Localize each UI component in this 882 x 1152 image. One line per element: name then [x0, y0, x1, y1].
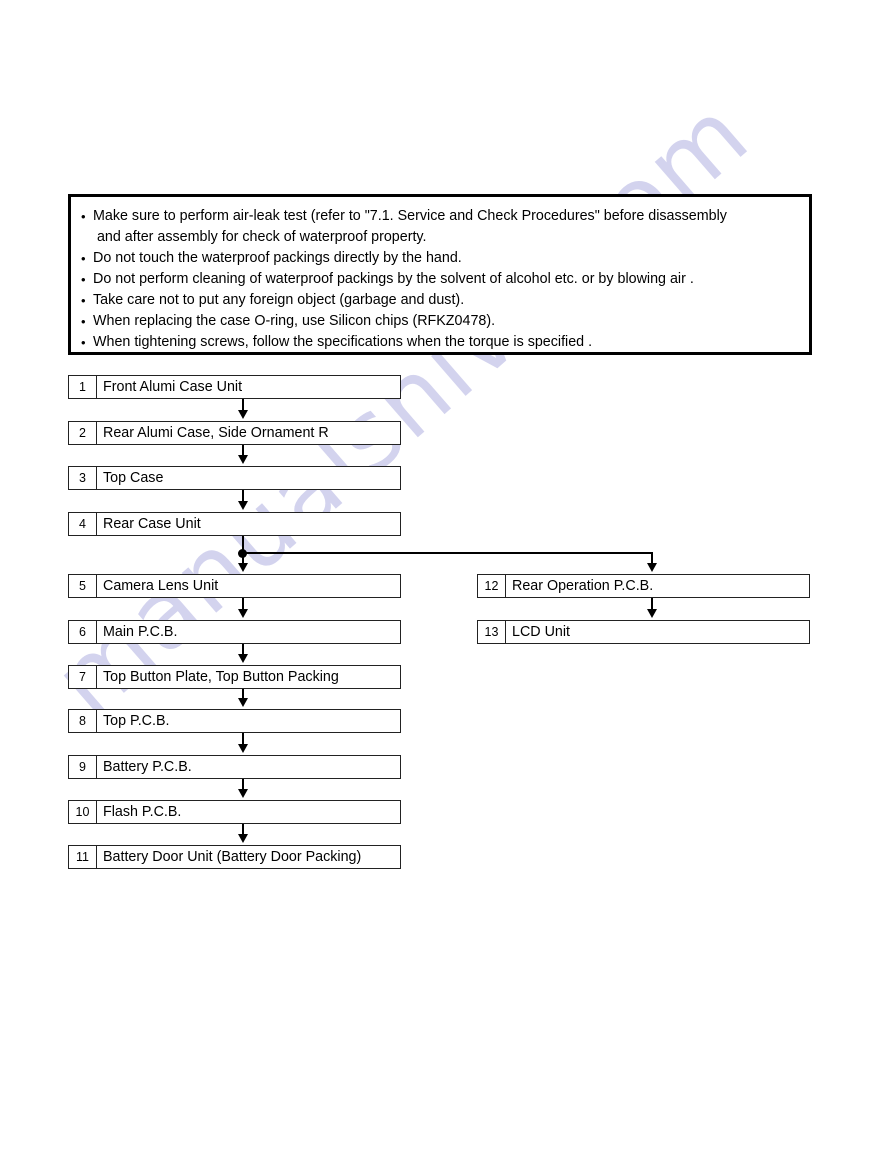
flow-node-label: Top Button Plate, Top Button Packing	[103, 668, 339, 685]
flow-node-label: Rear Alumi Case, Side Ornament R	[103, 424, 329, 441]
arrow-8-9	[238, 744, 248, 753]
flow-node-number: 2	[69, 422, 97, 444]
flow-node-9: 9 Battery P.C.B.	[68, 755, 401, 779]
flow-node-number: 4	[69, 513, 97, 535]
flow-node-number: 8	[69, 710, 97, 732]
arrow-6-7	[238, 654, 248, 663]
flow-node-label: Flash P.C.B.	[103, 803, 182, 820]
arrow-9-10	[238, 789, 248, 798]
flow-node-label: Rear Operation P.C.B.	[512, 577, 654, 594]
branch-horizontal-connector	[242, 552, 653, 554]
flow-node-label: Battery P.C.B.	[103, 758, 192, 775]
manual-page: manualshive.com Make sure to perform air…	[0, 0, 882, 1152]
flow-node-label: Camera Lens Unit	[103, 577, 219, 594]
flow-node-13: 13 LCD Unit	[477, 620, 810, 644]
flow-node-number: 5	[69, 575, 97, 597]
flow-node-number: 7	[69, 666, 97, 688]
arrow-10-11	[238, 834, 248, 843]
flow-node-10: 10 Flash P.C.B.	[68, 800, 401, 824]
flow-node-11: 11 Battery Door Unit (Battery Door Packi…	[68, 845, 401, 869]
flow-node-1: 1 Front Alumi Case Unit	[68, 375, 401, 399]
flow-node-8: 8 Top P.C.B.	[68, 709, 401, 733]
flow-node-label: Battery Door Unit (Battery Door Packing)	[103, 848, 362, 865]
flow-node-label: Main P.C.B.	[103, 623, 178, 640]
flow-node-12: 12 Rear Operation P.C.B.	[477, 574, 810, 598]
flow-node-5: 5 Camera Lens Unit	[68, 574, 401, 598]
arrow-1-2	[238, 410, 248, 419]
flow-node-number: 10	[69, 801, 97, 823]
arrow-5-6	[238, 609, 248, 618]
flow-node-number: 13	[478, 621, 506, 643]
disassembly-flowchart: 1 Front Alumi Case Unit 2 Rear Alumi Cas…	[0, 0, 882, 1152]
flow-node-3: 3 Top Case	[68, 466, 401, 490]
flow-node-6: 6 Main P.C.B.	[68, 620, 401, 644]
arrow-12-13	[647, 609, 657, 618]
flow-node-number: 9	[69, 756, 97, 778]
flow-node-number: 11	[69, 846, 97, 868]
flow-node-label: Front Alumi Case Unit	[103, 378, 243, 395]
flow-node-number: 6	[69, 621, 97, 643]
arrow-7-8	[238, 698, 248, 707]
flow-node-label: Top P.C.B.	[103, 712, 170, 729]
arrow-3-4	[238, 501, 248, 510]
flow-node-number: 3	[69, 467, 97, 489]
flow-node-label: LCD Unit	[512, 623, 570, 640]
arrow-2-3	[238, 455, 248, 464]
flow-node-number: 1	[69, 376, 97, 398]
flow-node-2: 2 Rear Alumi Case, Side Ornament R	[68, 421, 401, 445]
flow-node-4: 4 Rear Case Unit	[68, 512, 401, 536]
flow-node-label: Top Case	[103, 469, 164, 486]
flow-node-7: 7 Top Button Plate, Top Button Packing	[68, 665, 401, 689]
arrow-4-5	[238, 563, 248, 572]
flow-node-label: Rear Case Unit	[103, 515, 201, 532]
flow-node-number: 12	[478, 575, 506, 597]
arrow-branch-12	[647, 563, 657, 572]
